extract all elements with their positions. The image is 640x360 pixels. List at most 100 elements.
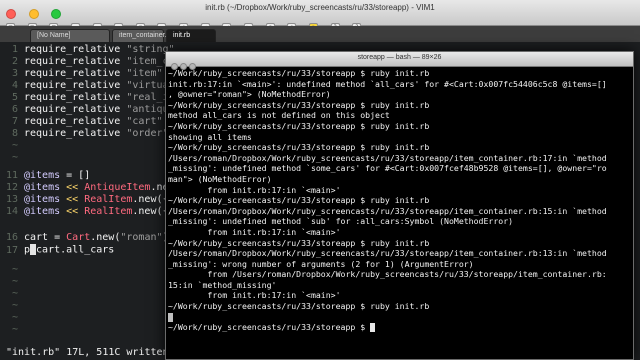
code-string: "order" bbox=[126, 128, 169, 139]
terminal-line: ~/Work/ruby_screencasts/ru/33/storeapp $… bbox=[168, 68, 430, 78]
tilde-line: ~ bbox=[11, 276, 18, 287]
terminal-line: /Users/roman/Dropbox/Work/ruby_screencas… bbox=[168, 152, 607, 163]
code-string: "roman" bbox=[120, 232, 163, 243]
terminal-line: ~/Work/ruby_screencasts/ru/33/storeapp $… bbox=[168, 301, 430, 312]
code-line: 1 require_relative "string" bbox=[0, 44, 175, 56]
terminal-line: _missing': undefined method `sub' for :a… bbox=[168, 216, 514, 227]
tilde-line: ~ bbox=[11, 140, 18, 151]
terminal-line: from init.rb:17:in `<main>' bbox=[168, 226, 341, 237]
terminal-line: ~/Work/ruby_screencasts/ru/33/storeapp $… bbox=[168, 142, 430, 153]
line-number: 2 bbox=[11, 56, 18, 67]
tilde-line: ~ bbox=[11, 324, 18, 335]
tilde-line: ~ bbox=[11, 312, 18, 323]
line-number: 12 bbox=[5, 182, 18, 193]
vim-tab-bar: [No Name] item_container.rb init.rb bbox=[0, 26, 640, 43]
line-number: 1 bbox=[11, 44, 18, 55]
code-line: 7 require_relative "cart" bbox=[0, 116, 163, 128]
line-number: 13 bbox=[5, 194, 18, 205]
code-text: require_relative bbox=[24, 56, 127, 67]
tilde-line: ~ bbox=[11, 264, 18, 275]
line-number: 7 bbox=[11, 116, 18, 127]
tab-item-container[interactable]: item_container.rb bbox=[112, 29, 173, 42]
code-line: 11 @items = [] bbox=[0, 170, 90, 182]
code-text: require_relative bbox=[24, 116, 127, 127]
line-number: 4 bbox=[11, 80, 18, 91]
code-text: require_relative bbox=[24, 44, 127, 55]
terminal-line: _missing': wrong number of arguments (2 … bbox=[168, 258, 474, 269]
terminal-block bbox=[168, 312, 173, 322]
terminal-line: man"> (NoMethodError) bbox=[168, 173, 272, 184]
terminal-line: ~/Work/ruby_screencasts/ru/33/storeapp $ bbox=[168, 322, 631, 333]
terminal-cursor bbox=[370, 323, 376, 333]
line-number: 5 bbox=[11, 92, 18, 103]
code-line: 16cart = Cart.new("roman") bbox=[0, 232, 169, 244]
tab-label: [No Name] bbox=[37, 32, 71, 39]
code-ivar: @items bbox=[24, 182, 61, 193]
code-text: require_relative bbox=[24, 92, 127, 103]
terminal-line: /Users/roman/Dropbox/Work/ruby_screencas… bbox=[168, 205, 607, 216]
code-operator: << bbox=[60, 206, 85, 217]
code-string: "cart" bbox=[126, 116, 163, 127]
terminal-line: from init.rb:17:in `<main>' bbox=[168, 290, 341, 301]
terminal-line: from init.rb:17:in `<main>' bbox=[168, 184, 341, 195]
line-number: 8 bbox=[11, 128, 18, 139]
code-class: Cart bbox=[66, 232, 91, 243]
tilde-line: ~ bbox=[11, 152, 18, 163]
terminal-title: storeapp — bash — 89×26 bbox=[357, 54, 442, 61]
terminal-line: ~/Work/ruby_screencasts/ru/33/storeapp $… bbox=[168, 120, 430, 131]
tab-label: init.rb bbox=[173, 32, 191, 39]
code-line: 17 p cart.all_cars bbox=[0, 244, 114, 256]
terminal-output[interactable]: ~/Work/ruby_screencasts/ru/33/storeapp $… bbox=[168, 68, 631, 359]
tab-no-name[interactable]: [No Name] bbox=[30, 29, 110, 42]
code-text: cart = bbox=[24, 232, 67, 243]
code-text: require_relative bbox=[24, 104, 127, 115]
code-line: 5 require_relative "real_item" bbox=[0, 92, 193, 104]
tab-label: item_container.rb bbox=[119, 32, 173, 39]
terminal-titlebar: storeapp — bash — 89×26 bbox=[166, 52, 633, 70]
code-ivar: @items bbox=[24, 170, 61, 181]
terminal-line: method all_cars is not defined on this o… bbox=[168, 110, 390, 121]
tilde-line: ~ bbox=[11, 288, 18, 299]
code-line: 8 require_relative "order" bbox=[0, 128, 169, 140]
terminal-line: from /Users/roman/Dropbox/Work/ruby_scre… bbox=[168, 269, 607, 280]
terminal-line: _missing': undefined method `some_cars' … bbox=[168, 163, 607, 174]
line-number: 11 bbox=[5, 170, 18, 181]
code-text: require_relative bbox=[24, 128, 127, 139]
code-operator: << bbox=[60, 194, 85, 205]
line-number: 6 bbox=[11, 104, 18, 115]
terminal-line: ~/Work/ruby_screencasts/ru/33/storeapp $… bbox=[168, 99, 430, 110]
line-number: 17 bbox=[5, 244, 18, 256]
terminal-line bbox=[168, 312, 631, 323]
terminal-window[interactable]: storeapp — bash — 89×26 ~/Work/ruby_scre… bbox=[165, 51, 634, 360]
tab-init-rb[interactable]: init.rb bbox=[166, 29, 216, 42]
code-string: "item" bbox=[126, 68, 163, 79]
terminal-line: 15:in `method_missing' bbox=[168, 279, 277, 290]
code-ivar: @items bbox=[24, 194, 61, 205]
code-ivar: @items bbox=[24, 206, 61, 217]
code-text: = [] bbox=[60, 170, 91, 181]
code-class: AntiqueItem bbox=[84, 182, 151, 193]
vim-status-line: "init.rb" 17L, 511C written bbox=[6, 347, 169, 358]
code-line: 13 @items << RealItem.new({:w bbox=[0, 194, 181, 206]
line-number: 3 bbox=[11, 68, 18, 79]
code-class: RealItem bbox=[84, 194, 133, 205]
code-text: .new( bbox=[90, 232, 121, 243]
tilde-line: ~ bbox=[11, 300, 18, 311]
terminal-line: init.rb:17:in `<main>': undefined method… bbox=[168, 78, 607, 89]
code-text: require_relative bbox=[24, 68, 127, 79]
vim-toolbar: ▤ ▣ ▦ ↶ ↷ ✂ ❐ ▭ ⌕ ⇄ ◀ ▶ ⚙ ● ☢ ? ? bbox=[6, 14, 364, 32]
code-text: require_relative bbox=[24, 80, 127, 91]
terminal-line: showing all items bbox=[168, 131, 252, 142]
code-class: RealItem bbox=[84, 206, 133, 217]
code-line: 12@items << AntiqueItem.new( bbox=[0, 182, 181, 194]
line-number: 14 bbox=[5, 206, 18, 217]
line-number: 16 bbox=[5, 232, 18, 243]
terminal-line: ~/Work/ruby_screencasts/ru/33/storeapp $… bbox=[168, 237, 430, 248]
code-line: 3 require_relative "item" bbox=[0, 68, 163, 80]
code-text: cart.all_cars bbox=[36, 244, 115, 256]
terminal-line: /Users/roman/Dropbox/Work/ruby_screencas… bbox=[168, 248, 607, 259]
vim-window-titlebar: init.rb (~/Dropbox/Work/ruby_screencasts… bbox=[0, 0, 640, 32]
terminal-line: ~/Work/ruby_screencasts/ru/33/storeapp $… bbox=[168, 195, 430, 206]
code-line: 14 @items << RealItem.new({:w bbox=[0, 206, 181, 218]
code-operator: << bbox=[60, 182, 85, 193]
